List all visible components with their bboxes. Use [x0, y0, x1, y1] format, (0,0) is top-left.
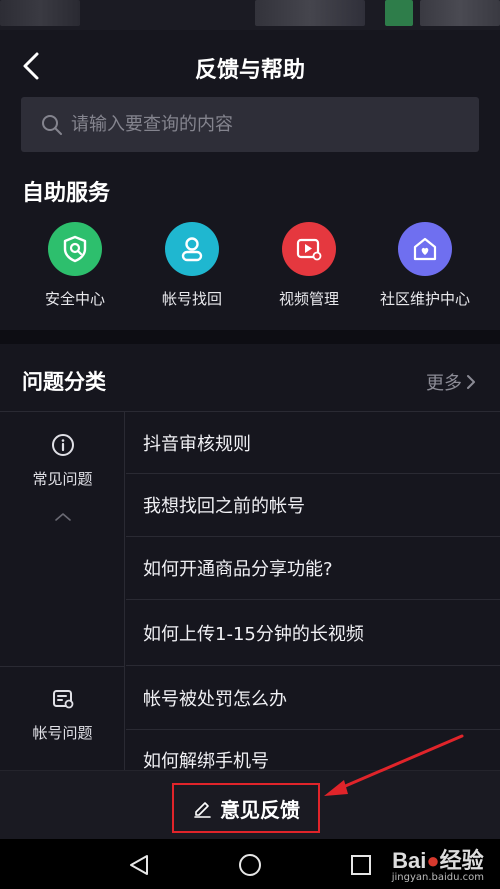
more-link[interactable]: 更多 — [426, 369, 476, 395]
user-icon — [165, 222, 219, 276]
watermark-brand: Bai●经验 — [392, 848, 484, 873]
categories-header: 问题分类 更多 — [0, 344, 500, 412]
square-recents-icon — [351, 855, 371, 875]
info-icon — [50, 432, 76, 458]
search-bar[interactable] — [21, 97, 479, 152]
question-item[interactable]: 如何上传1-15分钟的长视频 — [126, 600, 500, 666]
watermark-url: jingyan.baidu.com — [391, 872, 484, 883]
paw-icon: ● — [426, 848, 440, 873]
service-label: 社区维护中心 — [379, 290, 470, 308]
page-title: 反馈与帮助 — [194, 58, 305, 83]
category-label: 帐号问题 — [32, 724, 93, 742]
service-community-center[interactable]: 社区维护中心 — [370, 222, 480, 309]
question-item[interactable]: 抖音审核规则 — [126, 412, 500, 474]
question-item[interactable]: 我想找回之前的帐号 — [126, 474, 500, 537]
blurred-status-area — [0, 0, 80, 26]
categories-title: 问题分类 — [22, 370, 106, 394]
account-card-icon — [50, 686, 76, 712]
pencil-icon — [194, 802, 211, 818]
home-heart-icon — [398, 222, 452, 276]
service-video-management[interactable]: 视频管理 — [254, 222, 364, 309]
question-item[interactable]: 帐号被处罚怎么办 — [126, 666, 500, 730]
chevron-up-icon[interactable] — [0, 507, 125, 526]
category-common-questions[interactable]: 常见问题 — [0, 432, 125, 526]
search-icon — [39, 112, 65, 138]
category-divider — [0, 666, 125, 667]
blurred-status-area — [255, 0, 365, 26]
shield-icon — [48, 222, 102, 276]
service-label: 安全中心 — [44, 290, 105, 308]
service-label: 视频管理 — [278, 290, 339, 308]
annotation-arrow — [324, 734, 464, 796]
category-account-issues[interactable]: 帐号问题 — [0, 686, 125, 743]
nav-back-button[interactable] — [126, 852, 152, 878]
service-account-recovery[interactable]: 帐号找回 — [137, 222, 247, 309]
status-bar — [0, 0, 500, 30]
search-input[interactable] — [71, 114, 451, 135]
self-service-title: 自助服务 — [22, 181, 111, 206]
blurred-status-area — [385, 0, 413, 26]
self-service-grid: 安全中心 帐号找回 视频管理 社区维护中心 — [0, 222, 500, 322]
baidu-watermark: Bai●经验 jingyan.baidu.com — [392, 843, 484, 883]
more-label: 更多 — [426, 373, 462, 394]
service-label: 帐号找回 — [161, 290, 222, 308]
feedback-label: 意见反馈 — [220, 797, 300, 822]
question-item[interactable]: 如何开通商品分享功能? — [126, 537, 500, 600]
blurred-status-area — [420, 0, 500, 26]
nav-home-button[interactable] — [237, 852, 263, 878]
system-nav-bar: Bai●经验 jingyan.baidu.com — [0, 839, 500, 889]
video-settings-icon — [282, 222, 336, 276]
nav-recents-button[interactable] — [348, 852, 374, 878]
service-security-center[interactable]: 安全中心 — [20, 222, 130, 309]
chevron-right-icon — [467, 375, 475, 389]
feedback-button[interactable]: 意见反馈 — [172, 783, 320, 833]
category-label: 常见问题 — [32, 470, 93, 488]
section-divider — [0, 330, 500, 344]
header: 反馈与帮助 — [0, 36, 500, 96]
circle-home-icon — [239, 854, 261, 876]
triangle-back-icon — [130, 855, 148, 875]
